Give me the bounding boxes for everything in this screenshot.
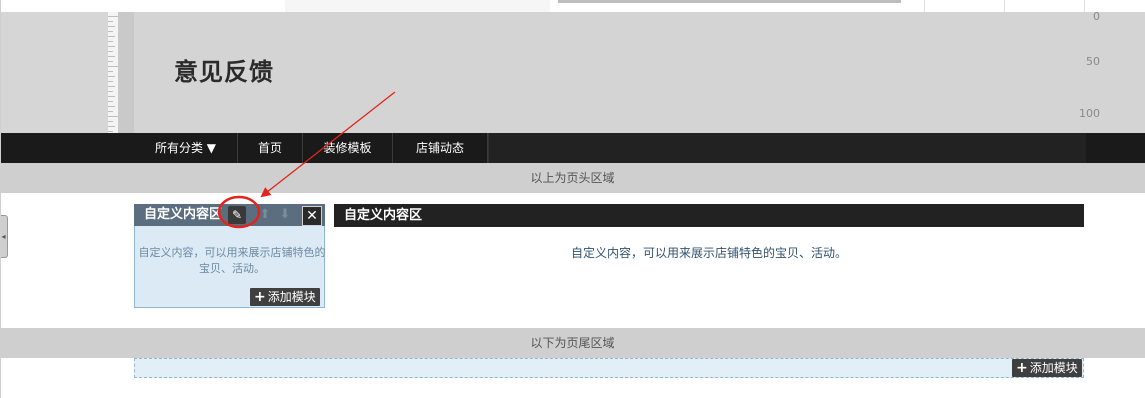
- add-module-label: 添加模块: [1029, 361, 1078, 375]
- module-body-text: 自定义内容，可以用来展示店铺特色的宝贝、活动。: [138, 246, 326, 275]
- ruler-tick: [108, 121, 113, 122]
- ruler-tick: [108, 91, 113, 92]
- module-title: 自定义内容区: [144, 207, 223, 222]
- add-module-button[interactable]: + 添加模块: [250, 288, 320, 306]
- main-module-body-text: 自定义内容，可以用来展示店铺特色的宝贝、活动。: [570, 246, 847, 260]
- ruler-tick: [108, 16, 118, 17]
- ruler-tick: [108, 101, 113, 102]
- pencil-icon: ✎: [231, 208, 243, 222]
- nav-item-home[interactable]: 首页: [238, 133, 303, 163]
- ruler-tick: [108, 61, 113, 62]
- arrow-down-icon: ⬇: [279, 207, 291, 222]
- shop-header[interactable]: [134, 12, 1145, 133]
- top-divider: [924, 0, 925, 12]
- ruler-label: 100: [1079, 107, 1100, 120]
- ruler-label: 0: [1093, 10, 1100, 23]
- nav-all-categories[interactable]: 所有分类 ▼: [134, 133, 238, 163]
- edit-button[interactable]: ✎: [228, 206, 246, 224]
- ruler-tick: [108, 96, 115, 97]
- move-down-button[interactable]: ⬇: [276, 206, 294, 224]
- shop-title: 意见反馈: [174, 58, 274, 86]
- sidebar-collapse-tab[interactable]: ◂: [0, 215, 8, 258]
- ruler-tick: [108, 21, 113, 22]
- ruler-tick: [108, 86, 115, 87]
- main-module-title-bar[interactable]: [334, 204, 1084, 227]
- ruler-tick: [108, 71, 113, 72]
- nav-bar-empty: [488, 133, 1086, 163]
- arrow-up-icon: ⬆: [259, 207, 271, 222]
- top-divider: [1084, 0, 1085, 12]
- main-module-title: 自定义内容区: [344, 208, 423, 223]
- ruler-tick: [108, 111, 113, 112]
- close-icon: ✕: [306, 208, 318, 224]
- add-module-label: 添加模块: [267, 290, 316, 304]
- ruler-tick: [108, 46, 115, 47]
- ruler-tick: [108, 31, 113, 32]
- ruler-tick: [108, 116, 118, 117]
- ruler-tick: [108, 26, 115, 27]
- add-module-button[interactable]: + 添加模块: [1012, 359, 1082, 377]
- top-strip-segment: [285, 0, 550, 12]
- ruler-tick: [108, 131, 113, 132]
- header-region-notice: 以上为页头区域: [0, 163, 1145, 193]
- nav-item-templates[interactable]: 装修模板: [303, 133, 393, 163]
- ruler-tick: [108, 81, 113, 82]
- footer-region-notice: 以下为页尾区域: [0, 328, 1145, 358]
- move-up-button[interactable]: ⬆: [256, 206, 274, 224]
- plus-icon: +: [254, 289, 266, 305]
- frame-border: [0, 0, 1, 398]
- footer-drop-zone[interactable]: [134, 358, 1084, 378]
- top-divider: [1004, 0, 1005, 12]
- ruler-label: 50: [1086, 55, 1100, 68]
- ruler-tick: [108, 51, 113, 52]
- ruler-tick: [108, 126, 115, 127]
- nav-item-shop-news[interactable]: 店铺动态: [393, 133, 488, 163]
- chevron-left-icon: ◂: [1, 232, 6, 241]
- plus-icon: +: [1016, 360, 1028, 376]
- ruler-tick: [108, 41, 113, 42]
- ruler-tick: [108, 76, 115, 77]
- ruler-tick: [108, 56, 115, 57]
- ruler-tick: [108, 106, 115, 107]
- delete-module-button[interactable]: ✕: [302, 206, 322, 226]
- ruler-tick: [108, 36, 115, 37]
- ruler-tick: [108, 66, 118, 67]
- top-scrollbar[interactable]: [558, 0, 901, 3]
